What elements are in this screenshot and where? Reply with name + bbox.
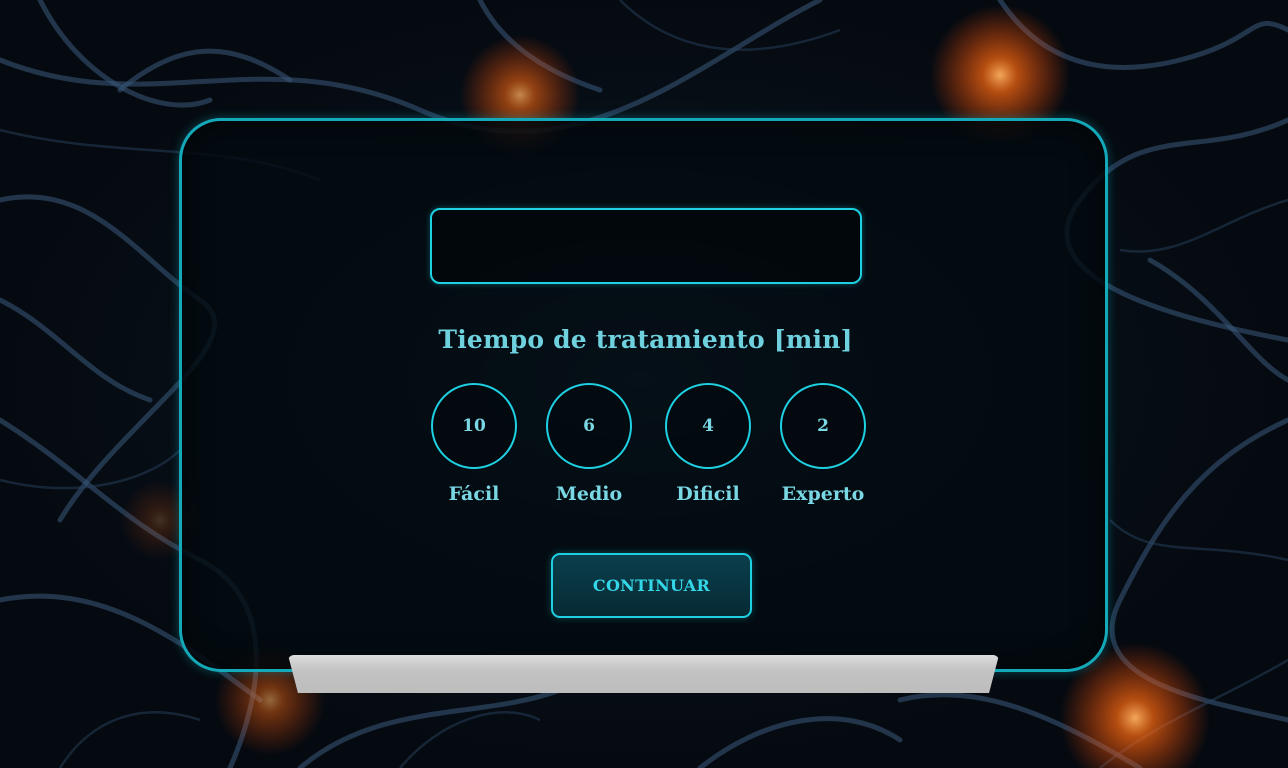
option-medio-circle[interactable]: 6 <box>546 383 632 469</box>
option-dificil-circle[interactable]: 4 <box>665 383 751 469</box>
option-facil[interactable]: 10 Fácil <box>419 383 529 505</box>
option-medio-label: Medio <box>555 483 623 505</box>
treatment-time-heading: Tiempo de tratamiento [min] <box>438 325 853 354</box>
settings-panel: Tiempo de tratamiento [min] 10 Fácil 6 M… <box>179 118 1108 672</box>
option-facil-label: Fácil <box>448 483 500 505</box>
option-medio[interactable]: 6 Medio <box>534 383 644 505</box>
option-dificil[interactable]: 4 Dificil <box>653 383 763 505</box>
app-screen: Tiempo de tratamiento [min] 10 Fácil 6 M… <box>0 0 1288 768</box>
option-experto-circle[interactable]: 2 <box>780 383 866 469</box>
continue-button[interactable]: CONTINUAR <box>551 553 752 618</box>
name-input[interactable] <box>430 208 862 284</box>
option-experto-label: Experto <box>781 483 865 505</box>
option-experto[interactable]: 2 Experto <box>768 383 878 505</box>
panel-base-stand <box>288 655 999 693</box>
option-dificil-label: Dificil <box>676 483 740 505</box>
option-facil-circle[interactable]: 10 <box>431 383 517 469</box>
